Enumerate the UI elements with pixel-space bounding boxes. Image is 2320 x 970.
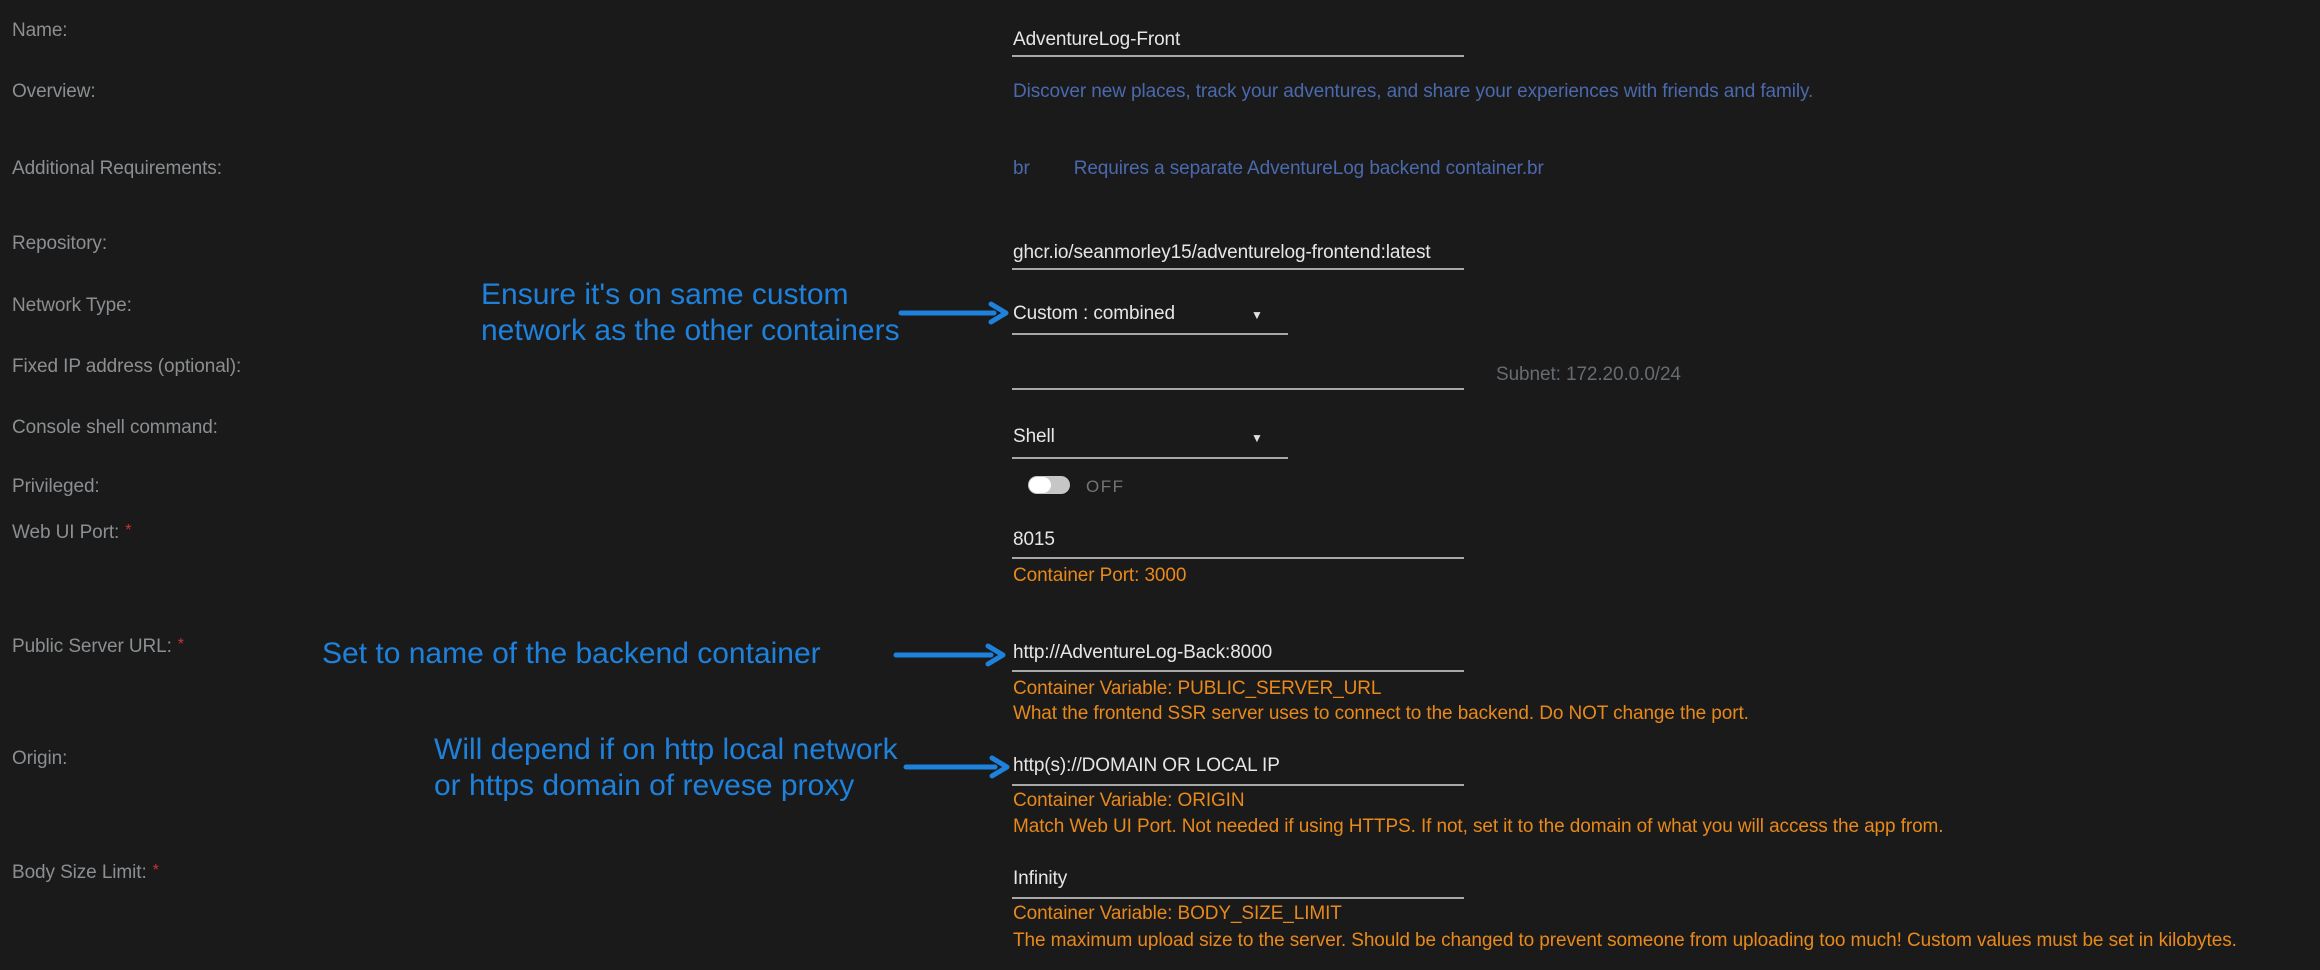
annotation-backend-note: Set to name of the backend container (322, 636, 821, 672)
repository-input[interactable] (1013, 241, 1465, 265)
public-server-url-variable: Container Variable: PUBLIC_SERVER_URL (1013, 677, 1381, 701)
privileged-toggle-state: OFF (1086, 477, 1125, 497)
additional-requirements-text: br Requires a separate AdventureLog backe… (1013, 157, 1544, 181)
annotation-network-note: Ensure it's on same custom network as th… (481, 277, 900, 349)
docker-container-settings-page: Name: Overview: Discover new places, tra… (0, 0, 2320, 970)
name-input-underline (1012, 55, 1464, 57)
arrow-right-icon (903, 754, 1013, 780)
required-asterisk: * (125, 522, 131, 539)
overview-label: Overview: (12, 80, 96, 104)
fixed-ip-input[interactable] (1013, 360, 1465, 384)
subnet-note: Subnet: 172.20.0.0/24 (1496, 363, 1681, 387)
origin-label: Origin: (12, 747, 67, 771)
console-shell-underline (1012, 457, 1288, 459)
origin-description: Match Web UI Port. Not needed if using H… (1013, 815, 1943, 839)
console-shell-select[interactable]: Shell ▼ (1013, 424, 1289, 450)
name-input[interactable] (1013, 28, 1465, 52)
network-type-label: Network Type: (12, 294, 132, 318)
origin-underline (1012, 784, 1464, 786)
network-type-select[interactable]: Custom : combined ▼ (1013, 301, 1289, 327)
origin-variable: Container Variable: ORIGIN (1013, 789, 1244, 813)
network-type-value: Custom : combined (1013, 303, 1175, 324)
origin-input[interactable] (1013, 754, 1465, 778)
annotation-origin-note: Will depend if on http local network or … (434, 732, 898, 804)
requirements-body: Requires a separate AdventureLog backend… (1074, 158, 1544, 179)
repository-label: Repository: (12, 232, 107, 256)
arrow-right-icon (898, 300, 1012, 326)
overview-text: Discover new places, track your adventur… (1013, 80, 1813, 104)
required-asterisk: * (178, 636, 184, 653)
body-size-limit-underline (1012, 897, 1464, 899)
requirements-prefix: br (1013, 158, 1030, 179)
caret-down-icon: ▼ (1251, 302, 1263, 328)
webui-port-helper: Container Port: 3000 (1013, 564, 1186, 588)
repository-input-underline (1012, 268, 1464, 270)
body-size-limit-input[interactable] (1013, 867, 1465, 891)
fixed-ip-label: Fixed IP address (optional): (12, 355, 241, 379)
body-size-limit-label: Body Size Limit:* (12, 859, 159, 885)
network-type-underline (1012, 333, 1288, 335)
fixed-ip-underline (1012, 388, 1464, 390)
body-size-limit-description: The maximum upload size to the server. S… (1013, 929, 2237, 953)
toggle-knob (1029, 477, 1051, 493)
console-shell-label: Console shell command: (12, 416, 218, 440)
caret-down-icon: ▼ (1251, 425, 1263, 451)
privileged-label: Privileged: (12, 475, 100, 499)
required-asterisk: * (153, 862, 159, 879)
public-server-url-label: Public Server URL:* (12, 633, 184, 659)
webui-port-label: Web UI Port:* (12, 519, 131, 545)
additional-requirements-label: Additional Requirements: (12, 157, 222, 181)
public-server-url-description: What the frontend SSR server uses to con… (1013, 702, 1749, 726)
webui-port-input[interactable] (1013, 528, 1465, 552)
privileged-toggle[interactable] (1028, 476, 1070, 494)
body-size-limit-variable: Container Variable: BODY_SIZE_LIMIT (1013, 902, 1342, 926)
public-server-url-input[interactable] (1013, 641, 1465, 665)
name-label: Name: (12, 19, 67, 43)
webui-port-underline (1012, 557, 1464, 559)
console-shell-value: Shell (1013, 426, 1055, 447)
public-server-url-underline (1012, 670, 1464, 672)
arrow-right-icon (893, 642, 1009, 668)
